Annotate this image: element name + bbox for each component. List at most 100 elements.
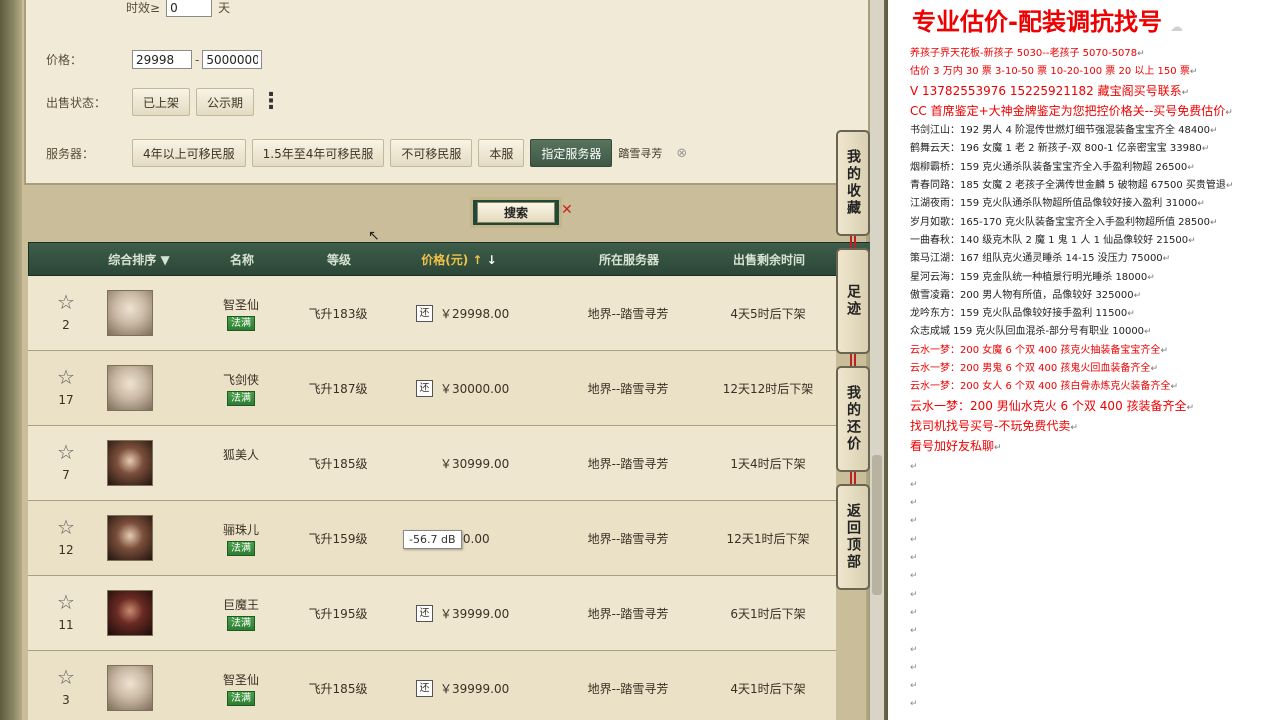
favorite-star-icon[interactable]: ☆ (54, 667, 78, 687)
scrollbar-thumb[interactable] (872, 455, 882, 595)
price-value: ￥29998.00 (440, 307, 510, 321)
note-line: 星河云海：159 克金队统一种植景行明光睡杀 18000↵ (910, 271, 1155, 283)
table-row[interactable]: ☆ 11 巨魔王 法满 飞升195级 还 ￥39999.00 地界--踏雪寻芳 6天1时后下架 (28, 576, 836, 651)
server-option-this[interactable]: 本服 (478, 139, 525, 167)
shixiao-row: 时效≥ 天 (126, 0, 230, 17)
return-mark-icon: ↵ (1225, 181, 1234, 192)
character-avatar[interactable] (107, 290, 153, 336)
time-remaining: 4天1时后下架 (730, 682, 806, 696)
character-name[interactable]: 狐美人 (208, 446, 274, 463)
character-name-box: 狐美人 (208, 446, 274, 463)
character-level: 飞升187级 (308, 382, 368, 396)
character-name[interactable]: 智圣仙 (208, 671, 274, 688)
status-listed-button[interactable]: 已上架 (132, 88, 191, 116)
volume-tooltip: -56.7 dB (403, 530, 462, 549)
favorite-count: 7 (62, 468, 70, 482)
server-option-4yr[interactable]: 4年以上可移民服 (132, 139, 246, 167)
table-row[interactable]: ☆ 2 智圣仙 法满 飞升183级 还 ￥29998.00 地界--踏雪寻芳 4天5时后下架 (28, 276, 836, 351)
counteroffer-icon[interactable]: 还 (416, 305, 433, 322)
time-remaining: 1天4时后下架 (730, 457, 806, 471)
character-name[interactable]: 骊珠儿 (208, 521, 274, 538)
back-to-top-tab[interactable]: 返回顶部 (836, 484, 870, 590)
table-header: 综合排序 ▼ 名称 等级 价格(元) ↑ ↓ 所在服务器 出售剩余时间 (28, 242, 872, 276)
sort-down-icon: ▼ (160, 253, 170, 267)
character-name[interactable]: 智圣仙 (208, 296, 274, 313)
status-badge: 法满 (227, 691, 255, 706)
empty-line: ↵ (910, 681, 918, 692)
character-name-box: 巨魔王 法满 (208, 596, 274, 631)
notes-panel: 专业估价-配装调抗找号 ☁ 养孩子界天花板-新孩子 5030--老孩子 5070… (888, 0, 1280, 720)
favorite-star-icon[interactable]: ☆ (54, 367, 78, 387)
return-mark-icon: ↵ (1187, 162, 1195, 173)
footprint-tab[interactable]: 足迹 (836, 248, 870, 354)
status-badge: 法满 (227, 541, 255, 556)
shixiao-input[interactable] (166, 0, 213, 17)
empty-line: ↵ (910, 516, 918, 527)
status-public-button[interactable]: 公示期 (196, 88, 255, 116)
server-option-no-migrate[interactable]: 不可移民服 (390, 139, 473, 167)
price-header[interactable]: 价格(元) ↑ ↓ (404, 243, 514, 277)
favorite-star-icon[interactable]: ☆ (54, 517, 78, 537)
character-name[interactable]: 巨魔王 (208, 596, 274, 613)
status-row: 出售状态： 已上架 公示期 ⋮ (46, 88, 282, 116)
empty-line: ↵ (910, 498, 918, 509)
counteroffer-icon[interactable]: 还 (416, 380, 433, 397)
price-cell: 还 ￥30000.00 (416, 351, 509, 426)
table-row[interactable]: ☆ 3 智圣仙 法满 飞升185级 还 ￥39999.00 地界--踏雪寻芳 4天1时后下架 (28, 651, 836, 720)
note-line: 书剑江山：192 男人 4 阶混传世燃灯细节强混装备宝宝齐全 48400↵ (910, 125, 1218, 137)
price-value: ￥39999.00 (440, 607, 510, 621)
close-mark-icon: ✕ (561, 202, 573, 218)
search-button[interactable]: 搜索 (477, 202, 555, 223)
favorite-count: 2 (62, 318, 70, 332)
note-line: 一曲春秋：140 级克木队 2 魔 1 鬼 1 人 1 仙品像较好 21500↵ (910, 234, 1196, 246)
note-line: 傲雪凌霜：200 男人物有所值，品像较好 325000↵ (910, 289, 1142, 301)
return-mark-icon: ↵ (994, 443, 1002, 454)
note-line: 估价 3 万内 30 票 3-10-50 票 10-20-100 票 20 以上… (910, 66, 1198, 78)
character-avatar[interactable] (107, 440, 153, 486)
my-counteroffer-tab[interactable]: 我的还价 (836, 366, 870, 472)
favorite-star-icon[interactable]: ☆ (54, 592, 78, 612)
empty-line: ↵ (910, 534, 918, 545)
character-avatar[interactable] (107, 515, 153, 561)
empty-line: ↵ (910, 571, 918, 582)
time-remaining: 4天5时后下架 (730, 307, 806, 321)
return-mark-icon: ↵ (1162, 254, 1171, 265)
return-mark-icon: ↵ (1209, 126, 1218, 137)
search-button-frame: 搜索 (470, 197, 562, 228)
return-mark-icon: ↵ (1188, 235, 1196, 246)
page-scrollbar[interactable] (870, 0, 884, 720)
character-avatar[interactable] (107, 590, 153, 636)
note-line: 云水一梦：200 男鬼 6 个双 400 孩鬼火回血装备齐全↵ (910, 363, 1158, 375)
counteroffer-icon[interactable]: 还 (416, 605, 433, 622)
character-name[interactable]: 飞剑侠 (208, 371, 274, 388)
server-option-1-5yr[interactable]: 1.5年至4年可移民服 (251, 139, 385, 167)
note-line: 岁月如歌：165-170 克火队装备宝宝齐全入手盈利物超所值 28500↵ (910, 216, 1218, 228)
price-sort-up-icon: ↑ (472, 253, 483, 267)
server-header: 所在服务器 (598, 253, 659, 267)
favorite-star-icon[interactable]: ☆ (54, 442, 78, 462)
more-options-icon[interactable]: ⋮ (260, 91, 282, 113)
server-option-specified[interactable]: 指定服务器 (530, 139, 613, 167)
table-row[interactable]: ☆ 7 狐美人 飞升185级 ￥30999.00 地界--踏雪寻芳 1天4时后下架 (28, 426, 836, 501)
empty-line: ↵ (910, 553, 918, 564)
character-name-box: 智圣仙 法满 (208, 671, 274, 706)
clear-server-icon[interactable]: ⊗ (676, 146, 687, 161)
server-name: 地界--踏雪寻芳 (587, 457, 669, 471)
favorite-star-icon[interactable]: ☆ (54, 292, 78, 312)
empty-line: ↵ (910, 607, 918, 618)
price-separator: - (195, 52, 200, 67)
counteroffer-icon[interactable]: 还 (416, 680, 433, 697)
return-mark-icon: ↵ (1070, 422, 1078, 433)
table-row[interactable]: ☆ 17 飞剑侠 法满 飞升187级 还 ￥30000.00 地界--踏雪寻芳 12天12时后下… (28, 351, 836, 426)
note-line: 找司机找号买号-不玩免费代卖↵ (910, 418, 1078, 433)
sort-header[interactable]: 综合排序 ▼ (99, 243, 179, 277)
price-min-input[interactable] (132, 50, 192, 69)
character-avatar[interactable] (107, 665, 153, 711)
empty-line: ↵ (910, 589, 918, 600)
return-mark-icon: ↵ (1209, 217, 1218, 228)
price-max-input[interactable] (202, 50, 263, 69)
server-name: 地界--踏雪寻芳 (587, 682, 669, 696)
price-cell: 还 ￥39999.00 (416, 576, 509, 651)
character-avatar[interactable] (107, 365, 153, 411)
my-favorites-tab[interactable]: 我的收藏 (836, 130, 870, 236)
